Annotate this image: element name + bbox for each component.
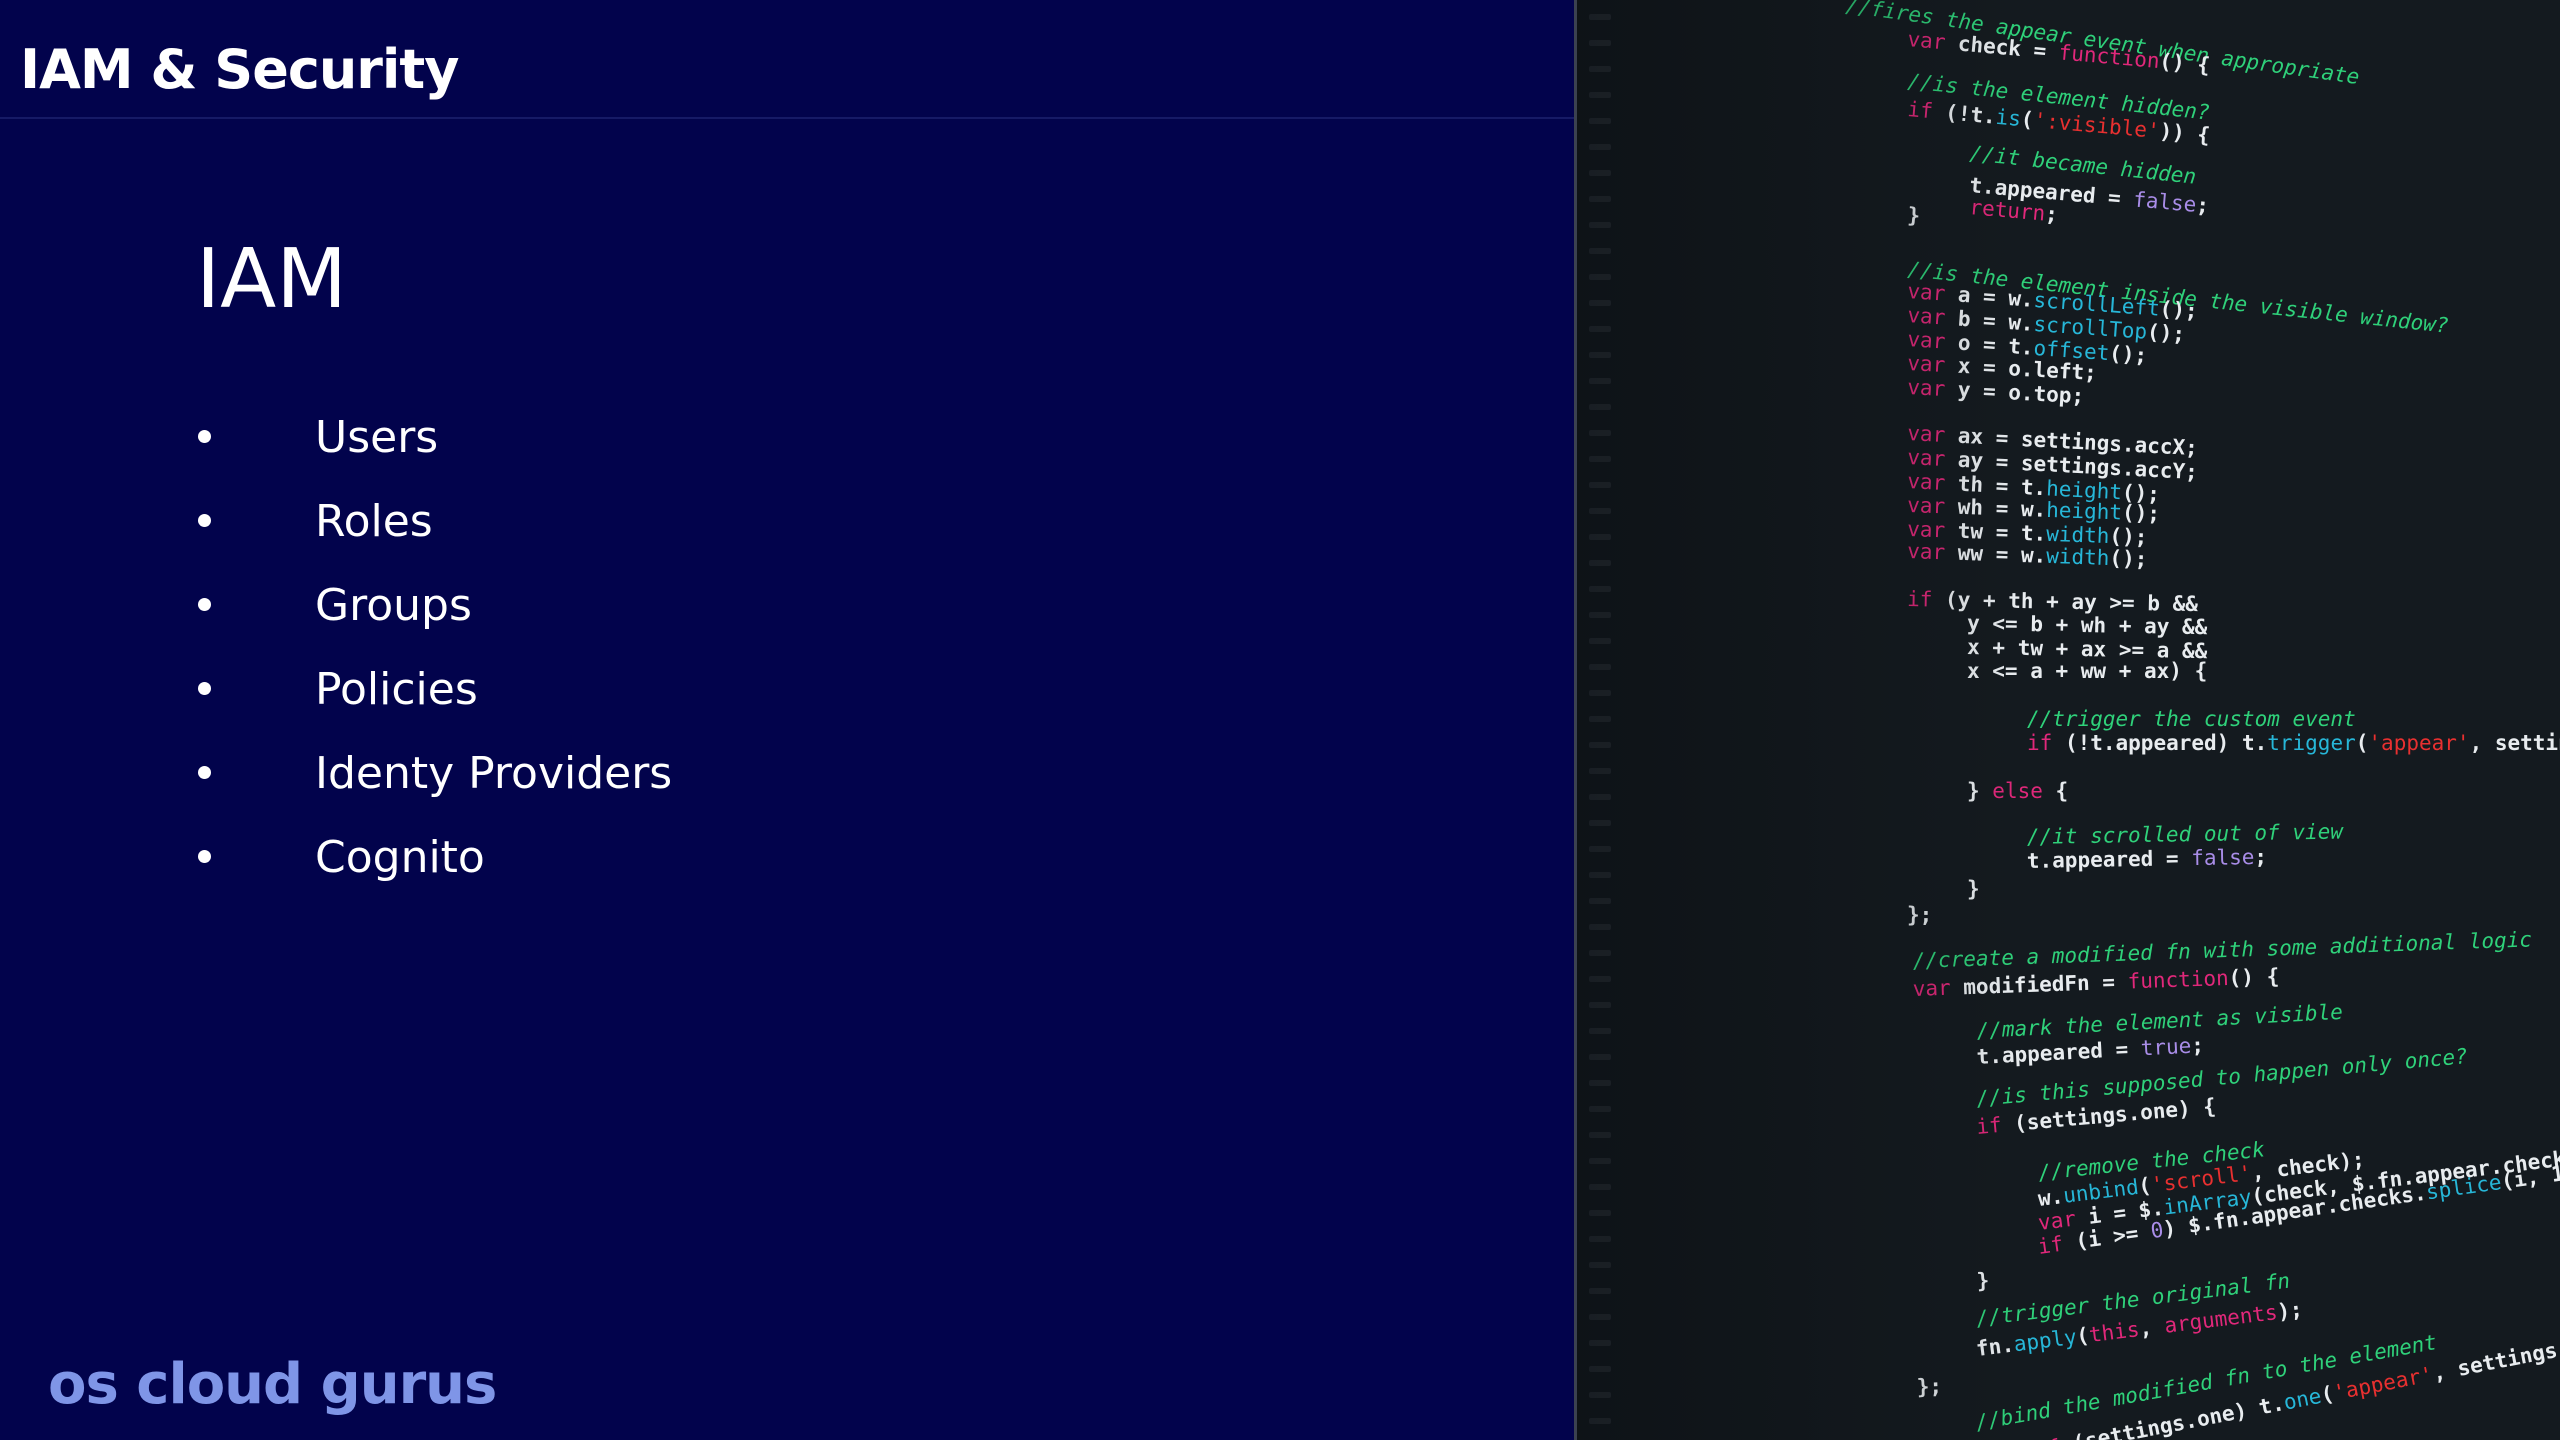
bullet-label: Cognito xyxy=(315,832,485,883)
code-line: //trigger the custom event xyxy=(2027,707,2356,731)
bullet-item: Identy Providers xyxy=(0,744,900,804)
bullet-dot-icon xyxy=(198,598,211,611)
bullet-dot-icon xyxy=(198,514,211,527)
code-line: t.appeared = false; xyxy=(2027,845,2268,873)
bullet-label: Users xyxy=(315,412,439,463)
code-line: } xyxy=(1967,877,1980,901)
slide-header-title: IAM & Security xyxy=(20,38,459,101)
bullet-dot-icon xyxy=(198,430,211,443)
bullet-dot-icon xyxy=(198,850,211,863)
bullet-item: Users xyxy=(0,408,900,468)
bullet-label: Groups xyxy=(315,580,472,631)
code-line: } else { xyxy=(1967,779,2068,803)
code-line: if (!t.appeared) t.trigger('appear', set… xyxy=(2027,731,2560,755)
bullet-item: Policies xyxy=(0,660,900,720)
code-line: x <= a + ww + ax) { xyxy=(1967,659,2207,683)
bullet-item: Cognito xyxy=(0,828,900,888)
bullet-dot-icon xyxy=(198,766,211,779)
cloud-gurus-logo: os cloud gurus xyxy=(48,1352,497,1417)
slide-panel: IAM & Security IAM Users Roles Groups Po… xyxy=(0,0,1574,1440)
header-divider xyxy=(0,117,1574,119)
code-line: } xyxy=(1976,1268,1990,1293)
code-listing: //fires the appear event when appropriat… xyxy=(1844,0,2560,1440)
bullet-dot-icon xyxy=(198,682,211,695)
code-line: //it scrolled out of view xyxy=(2027,819,2345,849)
slide-heading: IAM xyxy=(196,232,348,327)
bullet-label: Roles xyxy=(315,496,433,547)
bullet-label: Policies xyxy=(315,664,478,715)
bullet-item: Groups xyxy=(0,576,900,636)
code-screenshot-image: //fires the appear event when appropriat… xyxy=(1574,0,2560,1440)
code-line: }; xyxy=(1916,1374,1942,1399)
code-line: }; xyxy=(1907,903,1932,927)
bullet-label: Identy Providers xyxy=(315,748,673,799)
code-line: } xyxy=(1907,203,1921,228)
bullet-item: Roles xyxy=(0,492,900,552)
